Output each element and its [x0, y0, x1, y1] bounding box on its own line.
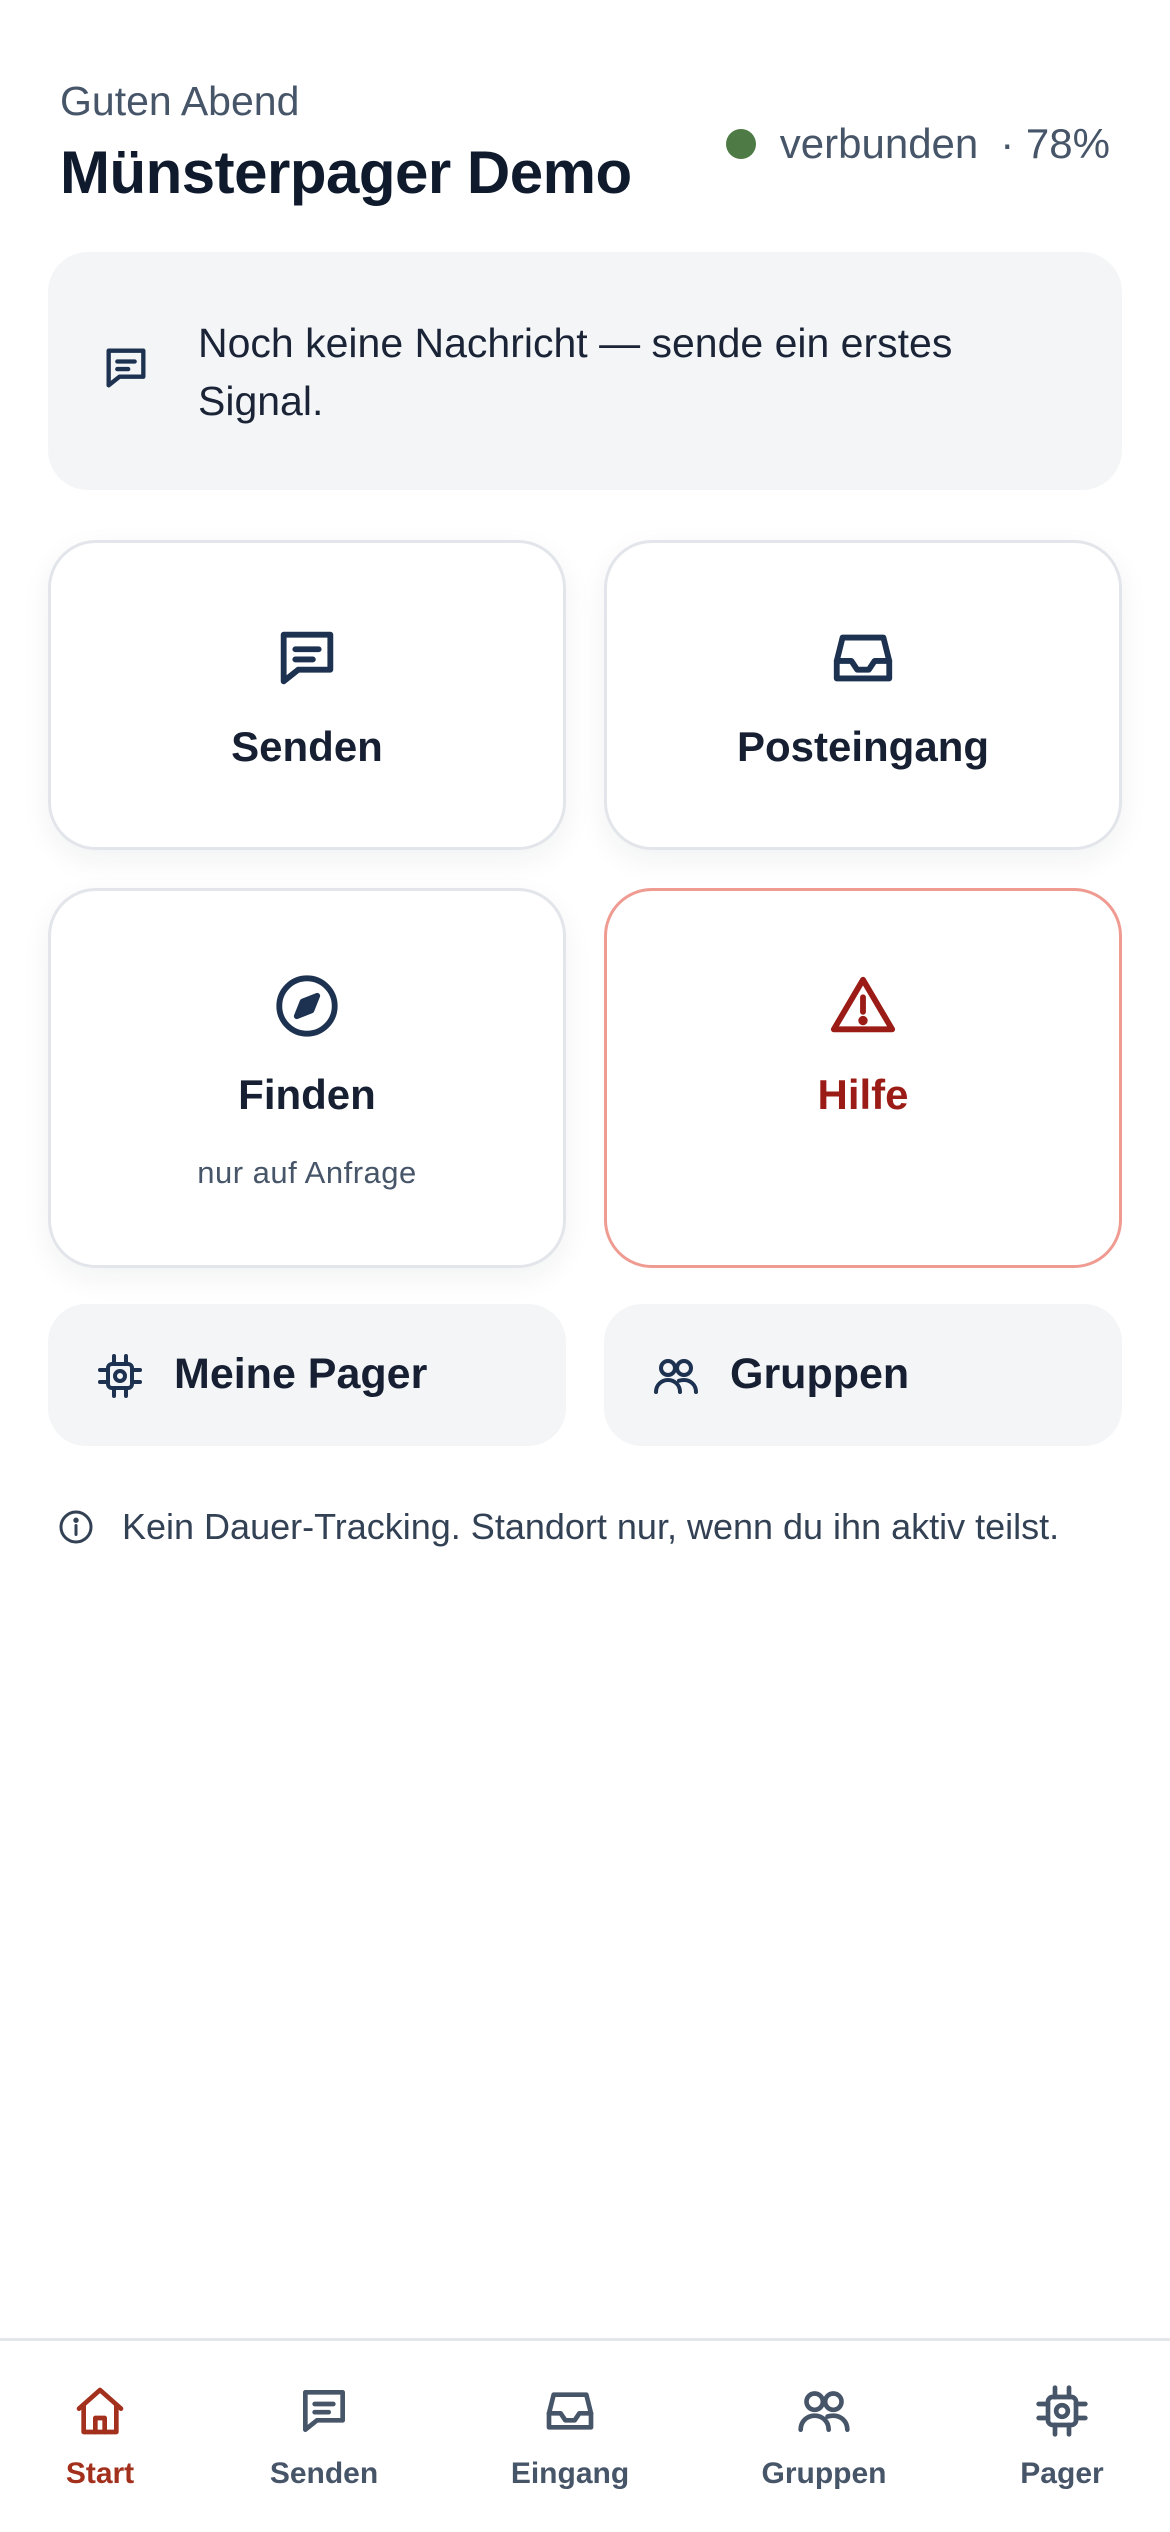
tab-start[interactable]: Start — [0, 2341, 200, 2532]
inbox-tile[interactable]: Posteingang — [604, 540, 1122, 850]
message-icon — [272, 623, 342, 693]
warning-icon — [828, 971, 898, 1041]
status-dot — [725, 129, 756, 159]
find-tile-label: Finden — [238, 1071, 376, 1118]
find-tile-sublabel: nur auf Anfrage — [197, 1155, 417, 1190]
chip-icon — [96, 1352, 144, 1400]
send-tile-label: Senden — [231, 723, 383, 770]
info-icon — [58, 1509, 94, 1545]
last-message-card[interactable]: Noch keine Nachricht — sende ein erstes … — [48, 252, 1122, 490]
tab-start-label: Start — [65, 2457, 135, 2490]
bottom-tab-bar: Start Senden Eingang Gruppen Pager — [0, 2338, 1170, 2532]
tab-groups-label: Gruppen — [761, 2457, 887, 2490]
users-icon — [652, 1352, 700, 1400]
help-tile-label: Hilfe — [817, 1071, 909, 1118]
users-icon — [796, 2383, 852, 2439]
groups-label: Gruppen — [730, 1350, 910, 1398]
tab-pager-label: Pager — [1020, 2457, 1104, 2490]
home-icon — [72, 2383, 128, 2439]
groups-button[interactable]: Gruppen — [604, 1304, 1122, 1446]
tab-pager[interactable]: Pager — [962, 2341, 1162, 2532]
find-tile[interactable]: Finden nur auf Anfrage — [48, 888, 566, 1268]
privacy-notice: Kein Dauer-Tracking. Standort nur, wenn … — [58, 1506, 1059, 1548]
greeting: Guten Abend — [60, 78, 300, 124]
inbox-icon — [542, 2383, 598, 2439]
my-pagers-label: Meine Pager — [174, 1350, 428, 1398]
send-tile[interactable]: Senden — [48, 540, 566, 850]
message-icon — [100, 342, 152, 394]
page-title: Münsterpager Demo — [60, 139, 632, 206]
last-message-text: Noch keine Nachricht — sende ein erstes … — [198, 320, 953, 424]
help-tile[interactable]: Hilfe — [604, 888, 1122, 1268]
connection-status: verbunden · 78% — [725, 120, 1110, 168]
privacy-notice-text: Kein Dauer-Tracking. Standort nur, wenn … — [122, 1506, 1060, 1547]
battery-level: · 78% — [1000, 120, 1110, 167]
tab-groups[interactable]: Gruppen — [724, 2341, 924, 2532]
header: Guten Abend Münsterpager Demo verbunden … — [60, 72, 1110, 212]
inbox-tile-label: Posteingang — [736, 723, 990, 770]
tab-inbox[interactable]: Eingang — [470, 2341, 670, 2532]
tab-send-label: Senden — [269, 2457, 379, 2490]
inbox-icon — [828, 623, 898, 693]
my-pagers-button[interactable]: Meine Pager — [48, 1304, 566, 1446]
tab-inbox-label: Eingang — [510, 2457, 630, 2490]
chip-icon — [1034, 2383, 1090, 2439]
connection-label: verbunden — [779, 120, 979, 167]
tab-send[interactable]: Senden — [224, 2341, 424, 2532]
compass-icon — [272, 971, 342, 1041]
message-icon — [296, 2383, 352, 2439]
